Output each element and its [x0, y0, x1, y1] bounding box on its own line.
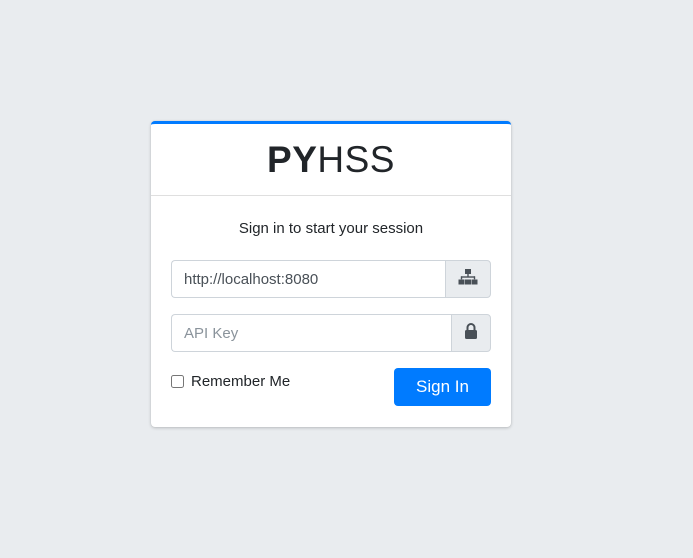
- sitemap-icon: [458, 268, 478, 290]
- brand-light: HSS: [317, 139, 395, 180]
- url-addon: [445, 260, 491, 298]
- lock-icon: [464, 322, 478, 344]
- remember-me-label: Remember Me: [191, 373, 291, 390]
- sign-in-button[interactable]: Sign In: [394, 368, 491, 406]
- api-key-addon: [451, 314, 491, 352]
- api-key-input[interactable]: [171, 314, 451, 352]
- api-key-input-group: [171, 314, 491, 352]
- login-message: Sign in to start your session: [238, 220, 424, 237]
- remember-me[interactable]: Remember Me: [171, 373, 290, 390]
- remember-me-checkbox[interactable]: [171, 375, 184, 388]
- card-header: PYHSS: [151, 124, 511, 196]
- login-card: PYHSS Sign in to start your session http…: [151, 121, 511, 427]
- brand-logo[interactable]: PYHSS: [267, 141, 395, 178]
- url-input-group: [171, 260, 491, 298]
- brand-bold: PY: [267, 139, 318, 180]
- url-input[interactable]: [171, 260, 445, 298]
